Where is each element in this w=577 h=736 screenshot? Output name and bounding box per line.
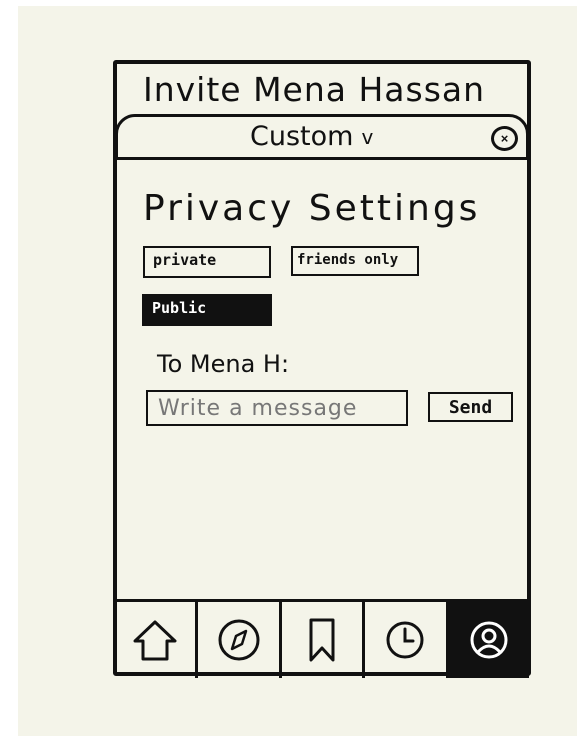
nav-item-history[interactable] (365, 602, 449, 678)
nav-item-saved[interactable] (282, 602, 366, 678)
page-title: Invite Mena Hassan (143, 70, 486, 109)
privacy-option-friends-only[interactable]: friends only (291, 246, 419, 276)
close-button[interactable]: × (491, 126, 518, 151)
phone-frame: Invite Mena Hassan Custom v × Privacy Se… (113, 60, 531, 678)
send-button[interactable]: Send (428, 392, 513, 422)
clock-icon (386, 621, 424, 659)
nav-item-explore[interactable] (198, 602, 282, 678)
nav-item-home[interactable] (115, 602, 199, 678)
privacy-option-private[interactable]: private (143, 246, 271, 278)
paper-background: Invite Mena Hassan Custom v × Privacy Se… (18, 6, 577, 736)
recipient-label: To Mena H: (157, 350, 290, 378)
home-icon (133, 620, 177, 661)
compass-icon (218, 619, 260, 661)
bookmark-icon (309, 618, 335, 662)
audience-dropdown-label: Custom (250, 121, 354, 152)
bottom-nav (115, 599, 530, 678)
privacy-option-public[interactable]: Public (142, 294, 272, 326)
close-icon: × (500, 131, 509, 146)
profile-icon (470, 621, 508, 659)
nav-item-profile[interactable] (448, 602, 530, 678)
chevron-down-icon: v (361, 124, 374, 149)
audience-dropdown[interactable]: Custom v (250, 121, 373, 152)
privacy-settings-title: Privacy Settings (143, 188, 481, 229)
audience-bar: Custom v × (115, 114, 529, 160)
message-input[interactable] (146, 390, 408, 426)
